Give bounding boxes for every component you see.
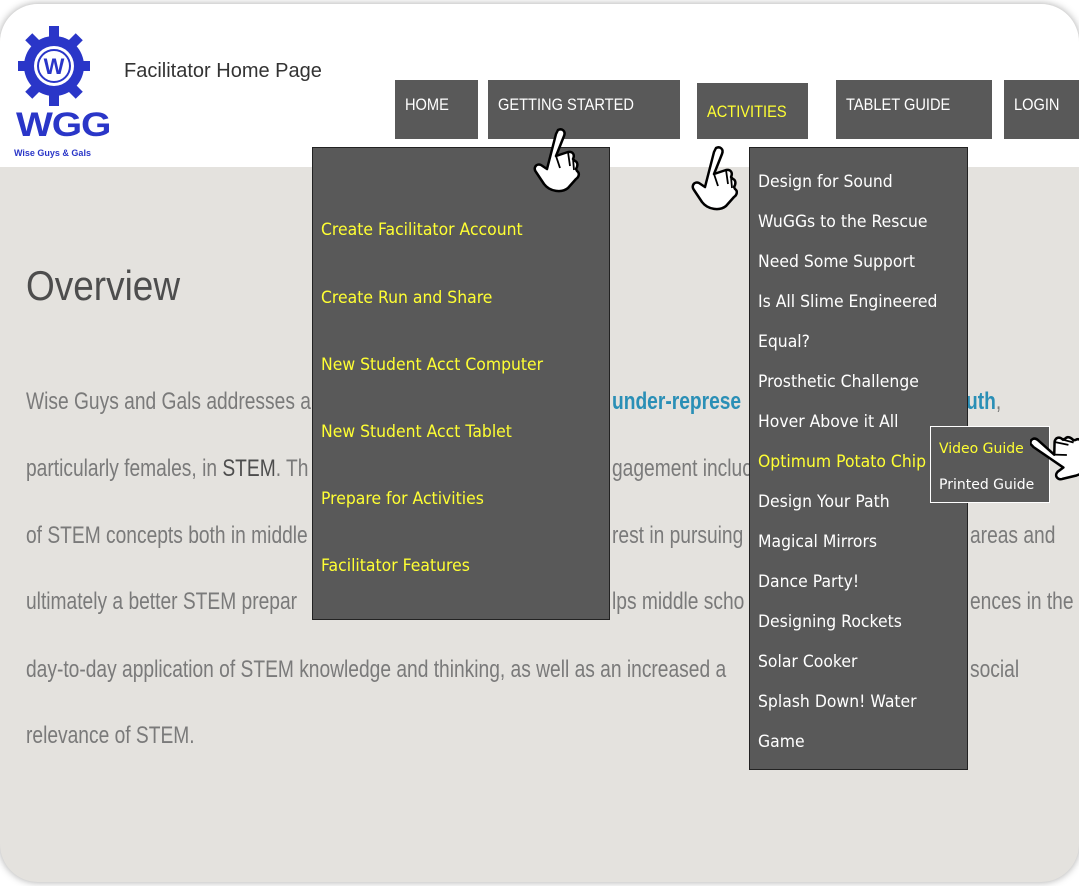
menu-item-create-run-and-share[interactable]: Create Run and Share — [321, 288, 492, 308]
nav-tablet-guide[interactable]: TABLET GUIDE — [836, 80, 992, 139]
youth-link[interactable]: uth — [966, 388, 996, 415]
menu-item-splash-down-cont[interactable]: Game — [758, 732, 805, 752]
nav-home-label: HOME — [405, 95, 449, 114]
menu-item-solar-cooker[interactable]: Solar Cooker — [758, 652, 857, 672]
paragraph-line-1-far: uth, — [966, 388, 1002, 415]
menu-item-new-student-acct-computer[interactable]: New Student Acct Computer — [321, 355, 543, 375]
paragraph-line-3-mid: rest in pursuing — [612, 522, 744, 549]
line-1-text: Wise Guys and Gals addresses a — [26, 388, 311, 415]
menu-item-prepare-for-activities[interactable]: Prepare for Activities — [321, 489, 484, 509]
under-represented-link[interactable]: under-represe — [612, 388, 741, 415]
paragraph-line-3-far: areas and — [970, 522, 1056, 549]
menu-item-design-for-sound[interactable]: Design for Sound — [758, 172, 893, 192]
hand-pointer-icon — [1030, 435, 1079, 481]
page-frame: W WGG Wise Guys & Gals Facilitator Home … — [0, 4, 1079, 882]
gear-logo-icon: W — [18, 26, 90, 106]
nav-login[interactable]: LOGIN — [1004, 80, 1079, 139]
menu-item-optimum-potato-chip[interactable]: Optimum Potato Chip — [758, 452, 926, 472]
nav-getting-started[interactable]: GETTING STARTED — [488, 80, 680, 139]
nav-activities[interactable]: ACTIVITIES — [697, 83, 808, 139]
paragraph-line-3: of STEM concepts both in middle — [26, 522, 308, 549]
stem-bold: STEM — [222, 455, 276, 482]
paragraph-line-4-mid: lps middle scho — [612, 588, 745, 615]
menu-item-design-your-path[interactable]: Design Your Path — [758, 492, 890, 512]
submenu-item-video-guide[interactable]: Video Guide — [939, 441, 1024, 457]
paragraph-line-4-far: ences in the — [970, 588, 1074, 615]
page-title: Overview — [26, 262, 181, 309]
paragraph-line-1-right: under-represe — [612, 388, 741, 416]
menu-item-wuggs-to-the-rescue[interactable]: WuGGs to the Rescue — [758, 212, 928, 232]
menu-item-splash-down[interactable]: Splash Down! Water — [758, 692, 917, 712]
logo-tagline: Wise Guys & Gals — [14, 148, 91, 158]
paragraph-line-2: particularly females, in STEM. Th — [26, 455, 309, 482]
hand-pointer-icon — [533, 128, 581, 193]
menu-item-facilitator-features[interactable]: Facilitator Features — [321, 556, 470, 576]
getting-started-menu: Create Facilitator Account Create Run an… — [312, 147, 610, 620]
nav-home[interactable]: HOME — [395, 80, 478, 139]
logo[interactable]: W WGG Wise Guys & Gals — [14, 20, 126, 160]
nav-login-label: LOGIN — [1014, 95, 1060, 114]
paragraph-line-2-mid: gagement incluc — [612, 455, 752, 482]
menu-item-is-all-slime-engineered[interactable]: Is All Slime Engineered — [758, 292, 937, 312]
menu-item-new-student-acct-tablet[interactable]: New Student Acct Tablet — [321, 422, 512, 442]
menu-item-prosthetic-challenge[interactable]: Prosthetic Challenge — [758, 372, 919, 392]
paragraph-line-5-far: social — [970, 656, 1020, 683]
nav-activities-label: ACTIVITIES — [707, 102, 787, 121]
paragraph-line-4: ultimately a better STEM prepar — [26, 588, 298, 615]
menu-item-designing-rockets[interactable]: Designing Rockets — [758, 612, 902, 632]
nav-tablet-guide-label: TABLET GUIDE — [846, 95, 951, 114]
logo-letter: W — [44, 54, 65, 79]
hand-pointer-icon — [691, 146, 739, 211]
paragraph-line-1: Wise Guys and Gals addresses a — [26, 388, 311, 416]
menu-item-magical-mirrors[interactable]: Magical Mirrors — [758, 532, 877, 552]
menu-item-hover-above-it-all[interactable]: Hover Above it All — [758, 412, 899, 432]
site-title: Facilitator Home Page — [124, 60, 322, 82]
logo-text: WGG — [16, 106, 111, 144]
nav-getting-started-label: GETTING STARTED — [498, 95, 634, 114]
paragraph-line-5: day-to-day application of STEM knowledge… — [26, 656, 727, 683]
menu-item-create-facilitator-account[interactable]: Create Facilitator Account — [321, 220, 523, 240]
menu-item-need-some-support[interactable]: Need Some Support — [758, 252, 915, 272]
paragraph-line-6: relevance of STEM. — [26, 722, 195, 749]
menu-item-dance-party[interactable]: Dance Party! — [758, 572, 859, 592]
menu-item-is-all-slime-engineered-cont[interactable]: Equal? — [758, 332, 810, 352]
submenu-item-printed-guide[interactable]: Printed Guide — [939, 477, 1034, 493]
